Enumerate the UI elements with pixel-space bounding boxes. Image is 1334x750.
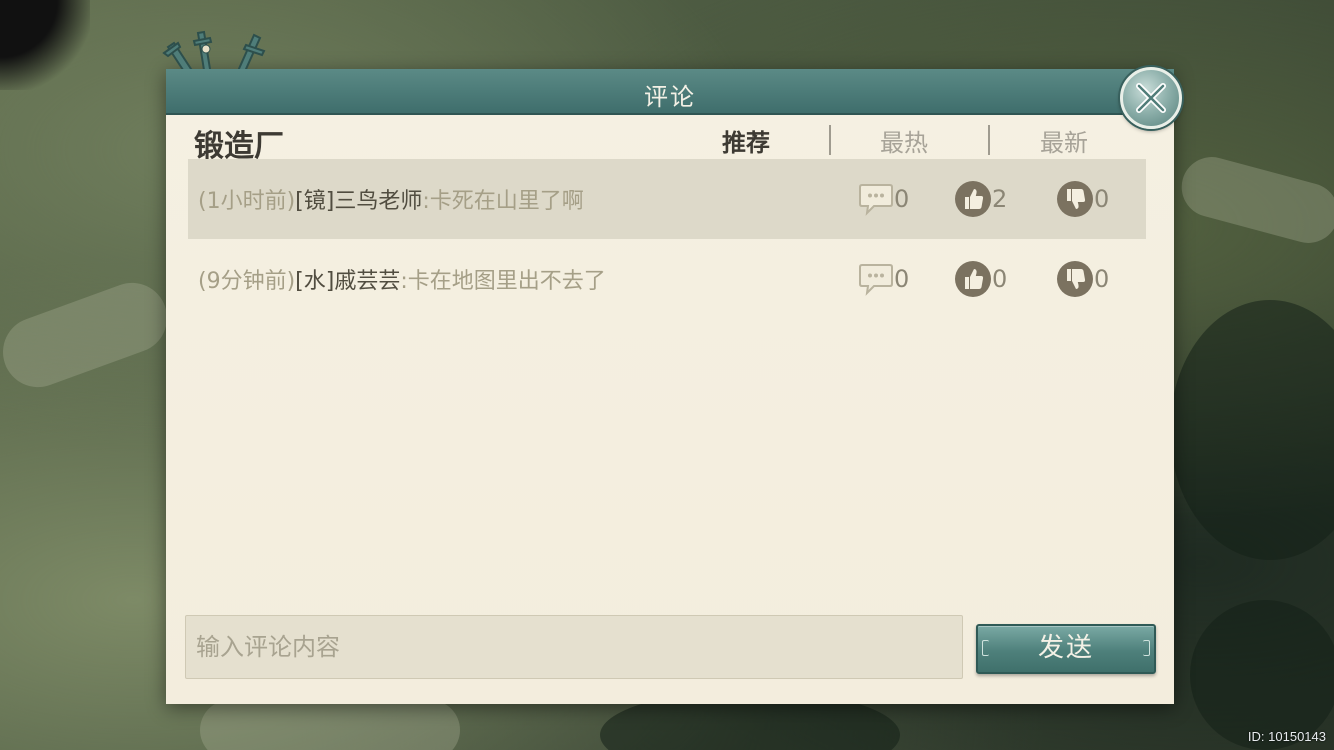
- speech-bubble-icon: [859, 264, 893, 296]
- dislike-button[interactable]: 0: [1056, 179, 1109, 219]
- thumbs-down-icon: [1057, 181, 1093, 217]
- tab-recommended[interactable]: 推荐: [722, 123, 770, 158]
- send-button[interactable]: 发送: [976, 624, 1156, 674]
- thumbs-down-icon: [1057, 261, 1093, 297]
- close-x-icon: [1136, 83, 1166, 113]
- comment-row[interactable]: (1小时前)[镜]三鸟老师:卡死在山里了啊 0 2 0: [188, 159, 1146, 239]
- comment-time: (9分钟前): [198, 269, 296, 294]
- thumbs-up-icon: [955, 261, 991, 297]
- comment-tag: [水]: [295, 269, 335, 294]
- dislike-count: 0: [1094, 265, 1110, 293]
- comment-text: (1小时前)[镜]三鸟老师:卡死在山里了啊: [198, 183, 584, 215]
- send-button-label: 发送: [1037, 633, 1094, 663]
- dislike-count: 0: [1094, 185, 1110, 213]
- comment-row[interactable]: (9分钟前)[水]戚芸芸:卡在地图里出不去了 0 0 0: [188, 239, 1146, 319]
- comment-input[interactable]: [186, 616, 962, 678]
- comment-dialog: 评论 锻造厂 推荐 最热 最新 (1小时前)[镜]三鸟老师:卡死在山里了啊 0 …: [162, 30, 1174, 704]
- thumbs-up-icon: [955, 181, 991, 217]
- comment-author[interactable]: 戚芸芸: [334, 269, 400, 294]
- comment-input-box[interactable]: [185, 615, 963, 679]
- comment-text: (9分钟前)[水]戚芸芸:卡在地图里出不去了: [198, 263, 606, 295]
- dialog-title: 评论: [644, 83, 696, 111]
- dialog-header: 评论: [166, 69, 1174, 115]
- comment-separator: :: [400, 269, 408, 294]
- map-shadow-corner: [0, 0, 90, 90]
- comment-separator: :: [422, 189, 430, 214]
- reply-button[interactable]: 0: [858, 179, 909, 219]
- comment-time: (1小时前): [198, 189, 296, 214]
- comment-content: 卡在地图里出不去了: [407, 269, 606, 294]
- reply-button[interactable]: 0: [858, 259, 909, 299]
- tab-hottest[interactable]: 最热: [880, 123, 928, 158]
- like-count: 0: [992, 265, 1008, 293]
- map-path: [0, 273, 177, 397]
- tab-divider: [829, 125, 831, 155]
- comment-tag: [镜]: [295, 189, 335, 214]
- like-button[interactable]: 2: [954, 179, 1007, 219]
- speech-bubble-icon: [859, 184, 893, 216]
- dislike-button[interactable]: 0: [1056, 259, 1109, 299]
- map-forest: [1190, 600, 1334, 750]
- like-count: 2: [992, 185, 1008, 213]
- tab-newest[interactable]: 最新: [1040, 123, 1088, 158]
- map-forest: [1170, 300, 1334, 560]
- button-ornament: [1143, 640, 1150, 656]
- reply-count: 0: [894, 185, 910, 213]
- map-path: [200, 700, 460, 750]
- tab-divider: [988, 125, 990, 155]
- like-button[interactable]: 0: [954, 259, 1007, 299]
- comment-author[interactable]: 三鸟老师: [334, 189, 422, 214]
- button-ornament: [982, 640, 989, 656]
- map-path: [1174, 150, 1334, 250]
- footer-id: ID: 10150143: [1247, 729, 1326, 744]
- close-button[interactable]: [1120, 67, 1182, 129]
- reply-count: 0: [894, 265, 910, 293]
- comment-content: 卡死在山里了啊: [429, 189, 584, 214]
